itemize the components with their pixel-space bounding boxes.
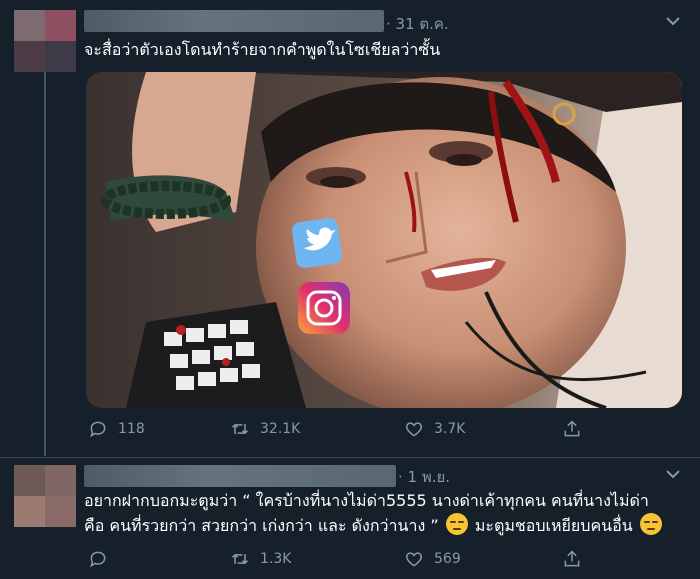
share-icon: [564, 420, 580, 437]
avatar[interactable]: [14, 10, 76, 72]
tweet-text: อยากฝากบอกมะตูมว่า “ ใครบ้างที่นางไม่ด่า…: [84, 489, 694, 538]
like-count: 3.7K: [434, 421, 466, 437]
retweet-button[interactable]: 1.3K: [230, 549, 291, 569]
tweet-text: จะสื่อว่าตัวเองโดนทำร้ายจากคำพูดในโซเชีย…: [84, 40, 441, 59]
reply-icon: [89, 421, 106, 438]
reply-button[interactable]: [88, 549, 118, 569]
tweet-text-line-2a: คือ คนที่รวยกว่า สวยกว่า เก่งกว่า และ ดั…: [84, 516, 439, 535]
tweet-divider: [0, 457, 700, 458]
tweet-media-image[interactable]: [86, 72, 682, 408]
retweet-count: 1.3K: [260, 551, 292, 567]
photo-illustration: [86, 72, 682, 408]
twitter-sticker: [292, 218, 342, 268]
thread-line: [44, 72, 46, 456]
tweet-text-line-2b: มะตูมชอบเหยียบคนอื่น: [474, 516, 633, 535]
retweet-button[interactable]: 32.1K: [230, 419, 300, 439]
avatar[interactable]: [14, 465, 76, 527]
user-name-blurred[interactable]: [84, 10, 384, 32]
like-icon: [405, 422, 423, 437]
like-button[interactable]: 3.7K: [404, 419, 465, 439]
share-button[interactable]: [562, 549, 592, 569]
tweet-text-line-2: คือ คนที่รวยกว่า สวยกว่า เก่งกว่า และ ดั…: [84, 513, 694, 538]
like-button[interactable]: 569: [404, 549, 461, 569]
share-button[interactable]: [562, 419, 592, 439]
like-count: 569: [434, 551, 461, 567]
tweet-2[interactable]: · 1 พ.ย. อยากฝากบอกมะตูมว่า “ ใครบ้างที่…: [0, 459, 700, 579]
share-icon: [564, 550, 580, 567]
retweet-count: 32.1K: [260, 421, 301, 437]
like-icon: [405, 552, 423, 567]
instagram-sticker: [298, 282, 350, 334]
reply-icon: [89, 551, 106, 568]
retweet-icon: [231, 553, 249, 565]
retweet-icon: [231, 423, 249, 435]
caret-down-icon[interactable]: [664, 465, 682, 483]
tweet-1[interactable]: · 31 ต.ค. จะสื่อว่าตัวเองโดนทำร้ายจากคำพ…: [0, 0, 700, 458]
reply-count: 118: [118, 421, 145, 437]
tweet-actions: 1.3K 569: [84, 549, 644, 573]
unamused-emoji-icon: [445, 513, 468, 535]
tweet-actions: 118 32.1K 3.7K: [84, 419, 644, 443]
tweet-text-line-1: อยากฝากบอกมะตูมว่า “ ใครบ้างที่นางไม่ด่า…: [84, 491, 649, 510]
unamused-emoji-icon: [639, 513, 662, 535]
tweet-date[interactable]: · 1 พ.ย.: [398, 465, 450, 489]
user-name-blurred[interactable]: [84, 465, 396, 487]
tweet-date[interactable]: · 31 ต.ค.: [386, 12, 449, 36]
caret-down-icon[interactable]: [664, 12, 682, 30]
reply-button[interactable]: 118: [88, 419, 145, 439]
